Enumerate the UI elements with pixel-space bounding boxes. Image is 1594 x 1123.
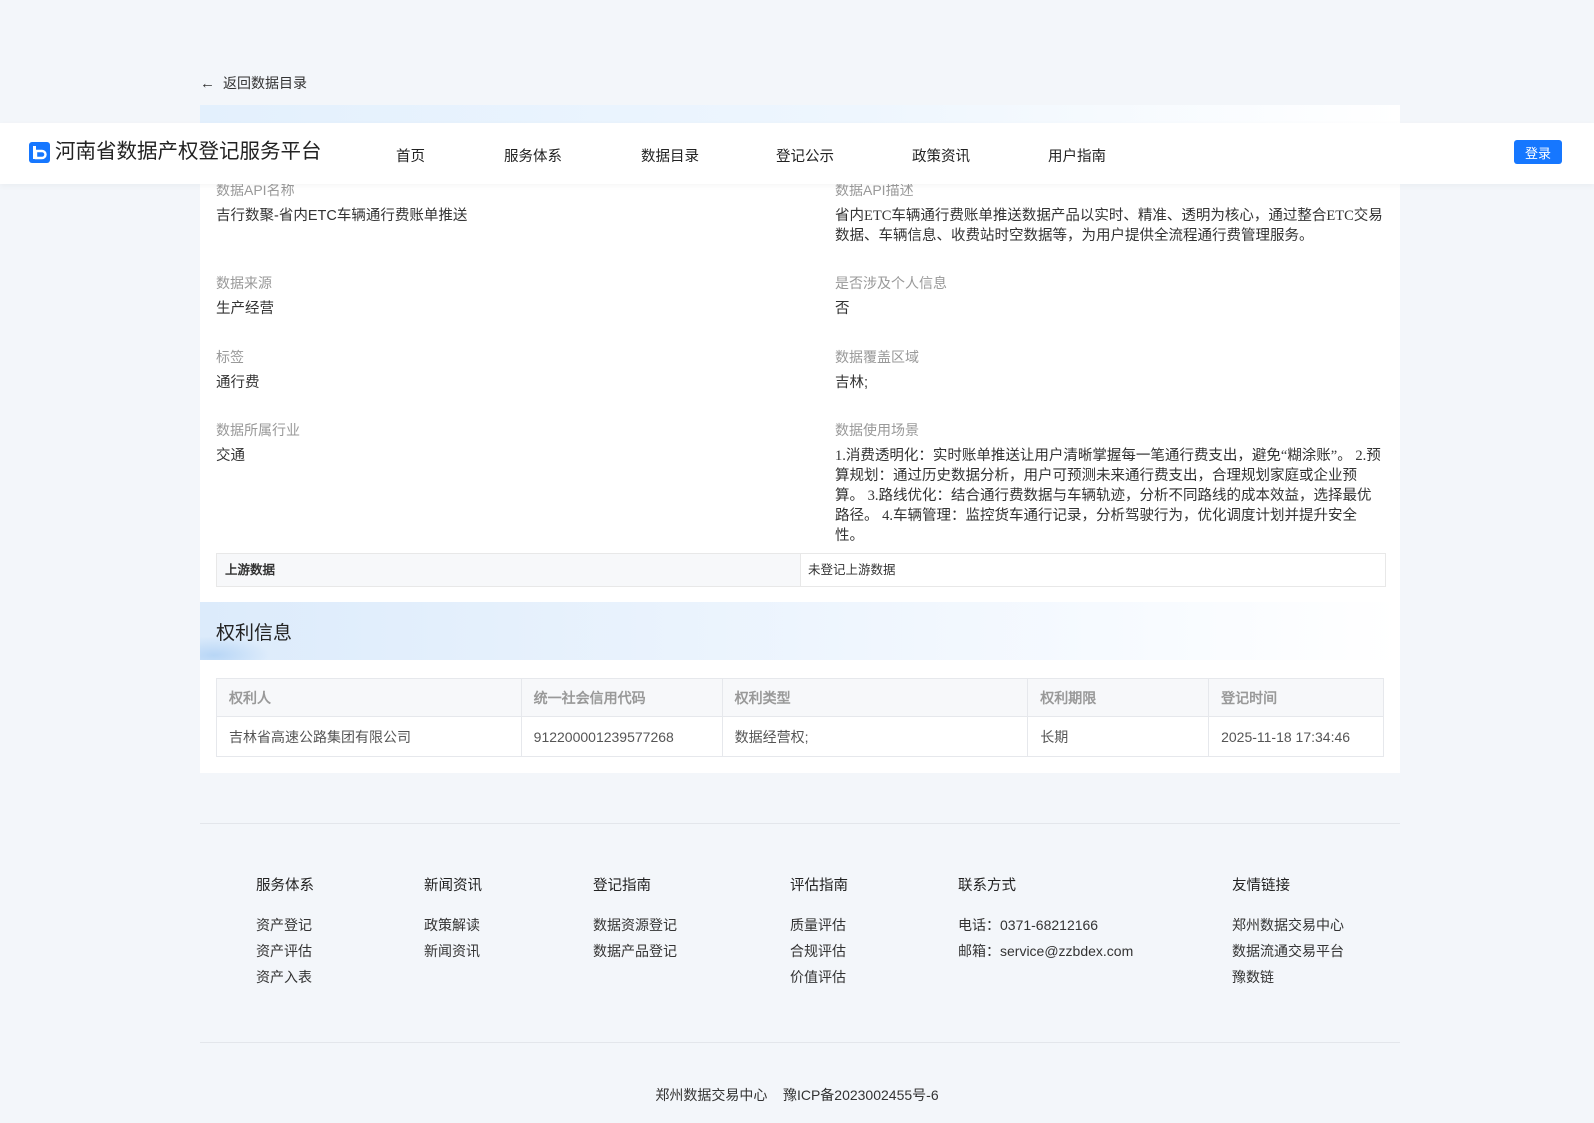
footer-contact-email[interactable]: 邮箱：service@zzbdex.com xyxy=(958,941,1133,961)
nav-service-system[interactable]: 服务体系 xyxy=(504,145,562,166)
field-value: 吉林; xyxy=(835,375,869,391)
field-label: 数据来源 xyxy=(216,275,272,291)
table-header-row: 权利人 统一社会信用代码 权利类型 权利期限 登记时间 xyxy=(216,678,1384,717)
field-data-source: 数据来源 生产经营 xyxy=(216,273,776,319)
field-value: 通行费 xyxy=(216,375,260,391)
field-value: 交通 xyxy=(216,448,245,464)
login-button[interactable]: 登录 xyxy=(1514,140,1562,164)
panel-header-decoration xyxy=(200,105,1400,123)
field-label: 数据使用场景 xyxy=(835,422,919,438)
field-value: 1.消费透明化：实时账单推送让用户清晰掌握每一笔通行费支出，避免“糊涂账”。 2… xyxy=(835,448,1381,544)
footer-column-registration-guide: 登记指南 数据资源登记 数据产品登记 xyxy=(593,876,677,967)
rights-section-header: 权利信息 xyxy=(200,602,1400,660)
field-coverage-area: 数据覆盖区域 吉林; xyxy=(835,347,1395,393)
footer-heading: 友情链接 xyxy=(1232,878,1290,894)
nav-registration-notice[interactable]: 登记公示 xyxy=(776,145,834,166)
nav-home[interactable]: 首页 xyxy=(396,145,425,166)
table-row: 吉林省高速公路集团有限公司 912200001239577268 数据经营权; … xyxy=(216,716,1384,757)
column-header-holder: 权利人 xyxy=(216,678,522,717)
field-personal-info: 是否涉及个人信息 否 xyxy=(835,273,1395,319)
platform-logo-icon xyxy=(29,142,50,163)
field-label: 标签 xyxy=(216,349,244,365)
footer-heading: 服务体系 xyxy=(256,878,314,894)
nav-user-guide[interactable]: 用户指南 xyxy=(1048,145,1106,166)
field-value: 生产经营 xyxy=(216,301,274,317)
rights-table: 权利人 统一社会信用代码 权利类型 权利期限 登记时间 吉林省高速公路集团有限公… xyxy=(216,678,1384,757)
back-link-label: 返回数据目录 xyxy=(223,75,307,91)
field-industry: 数据所属行业 交通 xyxy=(216,420,776,466)
footer-link-product-registration[interactable]: 数据产品登记 xyxy=(593,941,677,961)
footer-divider-bottom xyxy=(200,1042,1400,1043)
footer-link-asset-evaluation[interactable]: 资产评估 xyxy=(256,941,314,961)
footer-heading: 联系方式 xyxy=(958,878,1016,894)
column-header-term: 权利期限 xyxy=(1027,678,1210,717)
cell-holder: 吉林省高速公路集团有限公司 xyxy=(216,716,522,757)
site-title: 河南省数据产权登记服务平台 xyxy=(55,140,322,163)
cell-credit-code: 912200001239577268 xyxy=(520,716,723,757)
footer-heading: 新闻资讯 xyxy=(424,878,482,894)
footer-divider-top xyxy=(200,823,1400,824)
field-label: 数据所属行业 xyxy=(216,422,300,438)
footer-link-data-circulation-platform[interactable]: 数据流通交易平台 xyxy=(1232,941,1344,961)
upstream-data-value: 未登记上游数据 xyxy=(808,563,896,577)
footer-contact-phone: 电话：0371-68212166 xyxy=(958,917,1099,933)
footer-link-zhengzhou-data-exchange[interactable]: 郑州数据交易中心 xyxy=(1232,915,1344,935)
field-api-name: 数据API名称 吉行数聚-省内ETC车辆通行费账单推送 xyxy=(216,180,776,226)
back-to-catalog-link[interactable]: ← 返回数据目录 xyxy=(200,73,307,93)
field-tags: 标签 通行费 xyxy=(216,347,776,393)
footer-link-resource-registration[interactable]: 数据资源登记 xyxy=(593,915,677,935)
footer-link-value-evaluation[interactable]: 价值评估 xyxy=(790,967,848,987)
footer-link-asset-registration[interactable]: 资产登记 xyxy=(256,915,314,935)
footer-link-quality-evaluation[interactable]: 质量评估 xyxy=(790,915,848,935)
field-value: 吉行数聚-省内ETC车辆通行费账单推送 xyxy=(216,208,468,224)
column-header-right-type: 权利类型 xyxy=(721,678,1029,717)
footer-column-service: 服务体系 资产登记 资产评估 资产入表 xyxy=(256,876,314,993)
footer-link-asset-booking[interactable]: 资产入表 xyxy=(256,967,314,987)
footer-column-evaluation-guide: 评估指南 质量评估 合规评估 价值评估 xyxy=(790,876,848,993)
field-value: 否 xyxy=(835,301,850,317)
nav-policy-news[interactable]: 政策资讯 xyxy=(912,145,970,166)
rights-section-title: 权利信息 xyxy=(216,623,293,644)
footer-link-news[interactable]: 新闻资讯 xyxy=(424,941,482,961)
copyright-organization: 郑州数据交易中心 xyxy=(655,1087,768,1103)
field-label: 数据覆盖区域 xyxy=(835,349,919,365)
footer-link-yushulian[interactable]: 豫数链 xyxy=(1232,967,1344,987)
arrow-left-icon: ← xyxy=(200,74,215,92)
field-api-description: 数据API描述 省内ETC车辆通行费账单推送数据产品以实时、精准、透明为核心，通… xyxy=(835,180,1385,246)
cell-registered-time: 2025-11-18 17:34:46 xyxy=(1208,716,1384,757)
icp-record-link[interactable]: 豫ICP备2023002455号-6 xyxy=(783,1087,939,1103)
footer-column-news: 新闻资讯 政策解读 新闻资讯 xyxy=(424,876,482,967)
nav-data-catalog[interactable]: 数据目录 xyxy=(641,145,699,166)
cell-right-type: 数据经营权; xyxy=(721,716,1029,757)
top-navigation-bar: 河南省数据产权登记服务平台 首页 服务体系 数据目录 登记公示 政策资讯 用户指… xyxy=(0,123,1594,184)
upstream-data-row: 上游数据 未登记上游数据 xyxy=(216,553,1386,587)
column-header-registered-time: 登记时间 xyxy=(1208,678,1384,717)
field-value: 省内ETC车辆通行费账单推送数据产品以实时、精准、透明为核心，通过整合ETC交易… xyxy=(835,208,1383,244)
footer-column-friendly-links: 友情链接 郑州数据交易中心 数据流通交易平台 豫数链 xyxy=(1232,876,1344,993)
field-usage-scenario: 数据使用场景 1.消费透明化：实时账单推送让用户清晰掌握每一笔通行费支出，避免“… xyxy=(835,420,1385,546)
footer-heading: 评估指南 xyxy=(790,878,848,894)
footer-link-compliance-evaluation[interactable]: 合规评估 xyxy=(790,941,848,961)
footer-heading: 登记指南 xyxy=(593,878,651,894)
upstream-data-label: 上游数据 xyxy=(217,554,801,586)
footer-column-contact: 联系方式 电话：0371-68212166 邮箱：service@zzbdex.… xyxy=(958,876,1133,967)
column-header-credit-code: 统一社会信用代码 xyxy=(520,678,723,717)
footer-copyright: 郑州数据交易中心 豫ICP备2023002455号-6 xyxy=(0,1085,1594,1105)
cell-term: 长期 xyxy=(1027,716,1210,757)
footer-link-policy-interpretation[interactable]: 政策解读 xyxy=(424,915,482,935)
field-label: 是否涉及个人信息 xyxy=(835,275,947,291)
